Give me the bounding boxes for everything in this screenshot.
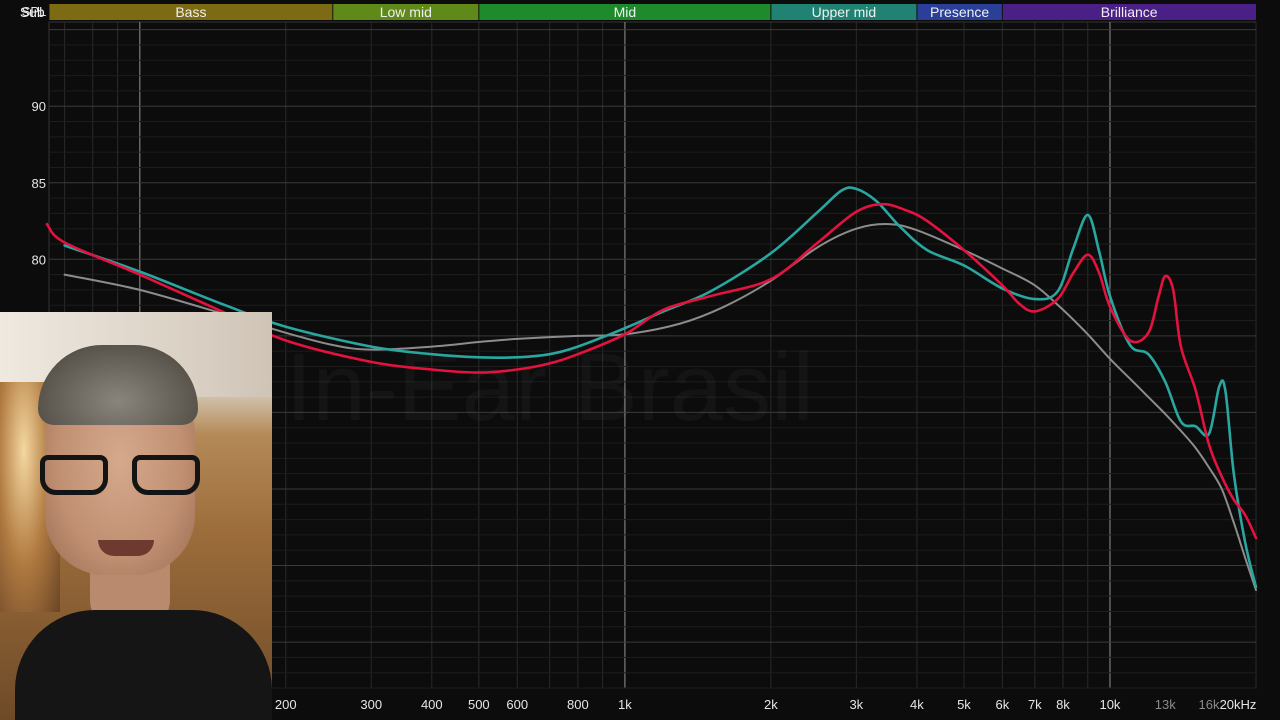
band-label: Low mid	[380, 4, 432, 20]
glasses-lens-left	[40, 455, 108, 495]
band-label: Bass	[175, 4, 206, 20]
x-tick-label: 800	[567, 697, 589, 712]
webcam-shirt	[15, 610, 272, 720]
y-tick-label: 80	[32, 252, 46, 267]
frequency-response-view: Sub bassBassLow midMidUpper midPresenceB…	[0, 0, 1280, 720]
webcam-overlay	[0, 312, 272, 720]
band-label: Brilliance	[1101, 4, 1158, 20]
y-axis-label: SPL	[22, 4, 47, 19]
x-tick-label: 4k	[910, 697, 924, 712]
frequency-band-bar: Sub bassBassLow midMidUpper midPresenceB…	[20, 4, 1256, 20]
webcam-glasses	[40, 455, 205, 501]
band-label: Upper mid	[812, 4, 877, 20]
x-tick-label: 2k	[764, 697, 778, 712]
y-tick-label: 85	[32, 176, 46, 191]
x-tick-label: 16k	[1199, 697, 1220, 712]
x-tick-label: 6k	[995, 697, 1009, 712]
x-tick-label: 13k	[1155, 697, 1176, 712]
x-tick-label: 500	[468, 697, 490, 712]
glasses-lens-right	[132, 455, 200, 495]
x-tick-label: 400	[421, 697, 443, 712]
y-tick-label: 90	[32, 99, 46, 114]
webcam-mouth	[98, 540, 154, 556]
band-label: Presence	[930, 4, 989, 20]
x-tick-label: 3k	[849, 697, 863, 712]
x-tick-label: 10k	[1099, 697, 1120, 712]
x-tick-label: 20kHz	[1220, 697, 1257, 712]
x-tick-label: 8k	[1056, 697, 1070, 712]
band-label: Mid	[614, 4, 637, 20]
x-tick-label: 600	[506, 697, 528, 712]
x-tick-label: 200	[275, 697, 297, 712]
x-tick-label: 1k	[618, 697, 632, 712]
x-tick-label: 7k	[1028, 697, 1042, 712]
x-tick-label: 5k	[957, 697, 971, 712]
x-tick-label: 300	[360, 697, 382, 712]
